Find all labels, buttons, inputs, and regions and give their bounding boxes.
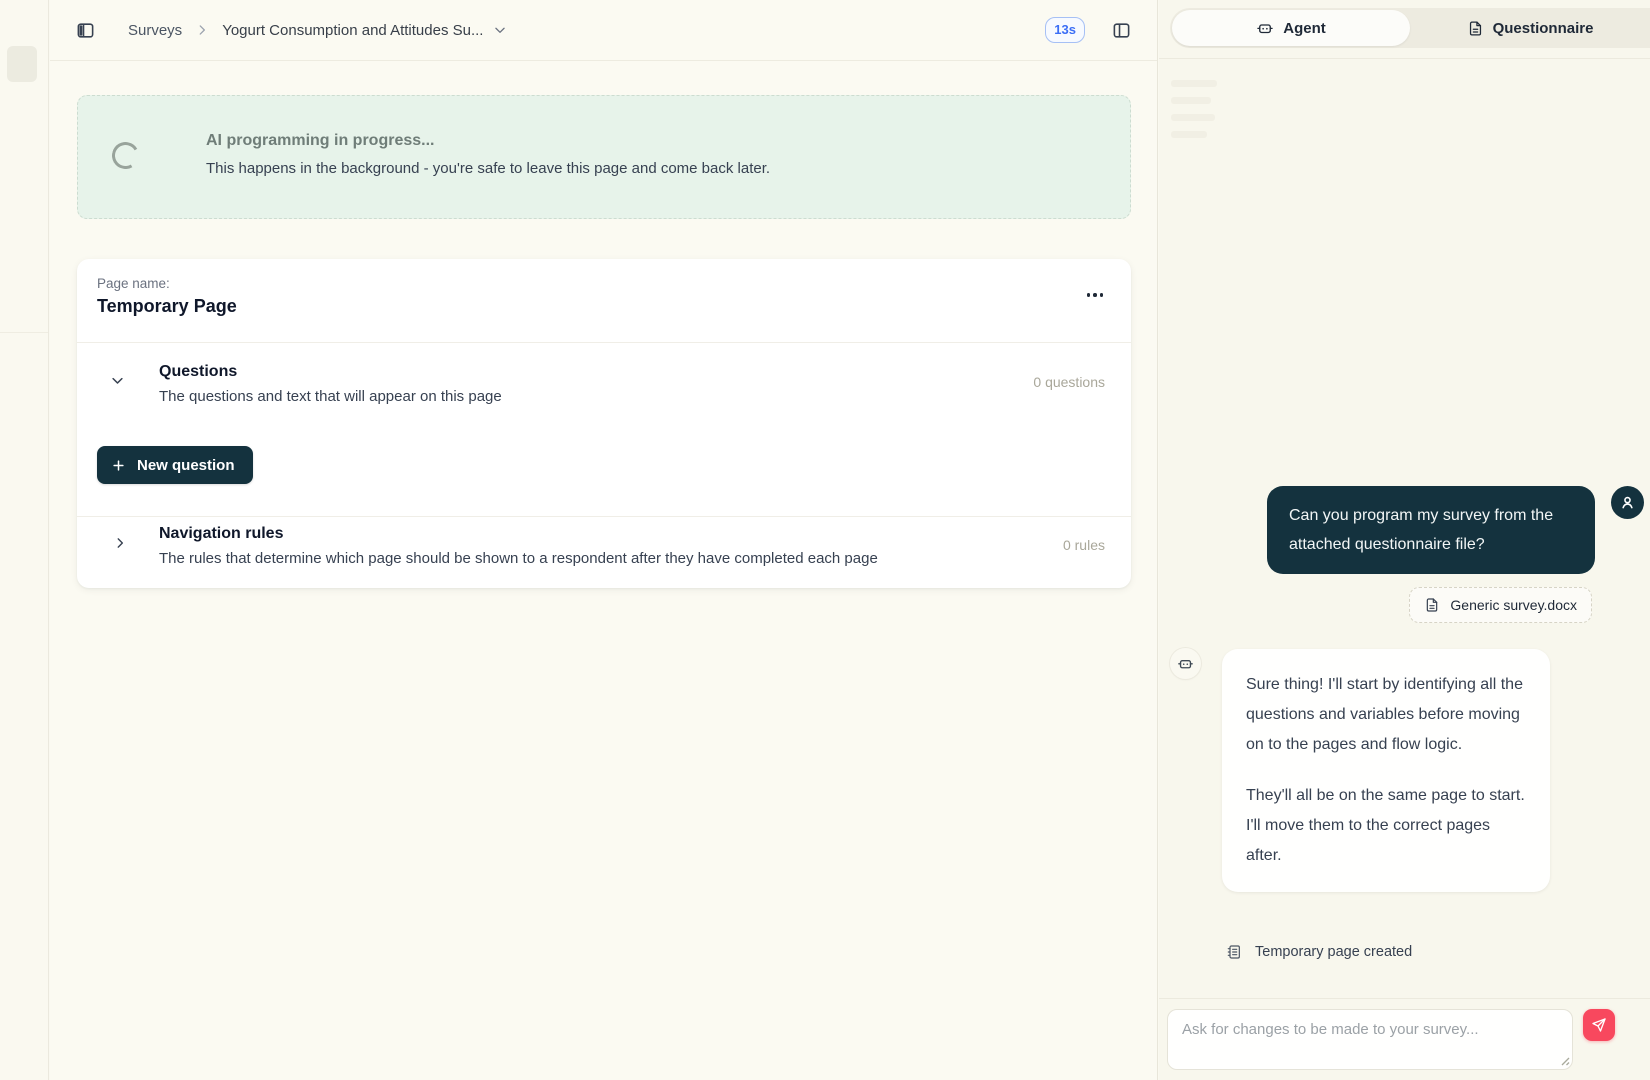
document-icon <box>1467 20 1484 37</box>
agent-message-bubble: Sure thing! I'll start by identifying al… <box>1222 649 1550 892</box>
notebook-icon <box>1226 944 1242 960</box>
breadcrumb-separator-icon <box>195 23 209 37</box>
chevron-down-icon <box>110 373 125 388</box>
chat-panel: Agent Questionnaire Can you program my s… <box>1159 0 1650 1080</box>
chat-tabbar: Agent Questionnaire <box>1170 8 1650 48</box>
navigation-rules-description: The rules that determine which page shou… <box>159 550 878 567</box>
attachment-name: Generic survey.docx <box>1450 597 1577 613</box>
paper-plane-icon <box>1591 1017 1607 1033</box>
breadcrumb-survey-title: Yogurt Consumption and Attitudes Su... <box>222 22 483 39</box>
chat-header-divider <box>1159 58 1650 59</box>
navigation-rules-title: Navigation rules <box>159 525 283 543</box>
banner-title: AI programming in progress... <box>206 132 434 150</box>
input-divider <box>1159 998 1650 999</box>
chat-panel-toggle-icon[interactable] <box>1112 21 1131 40</box>
questions-count: 0 questions <box>1033 374 1105 390</box>
robot-icon <box>1177 655 1194 672</box>
agent-message-paragraph: They'll all be on the same page to start… <box>1246 781 1526 871</box>
attachment-chip[interactable]: Generic survey.docx <box>1409 587 1592 623</box>
skeleton-line <box>1171 114 1215 121</box>
chat-input[interactable] <box>1167 1009 1573 1070</box>
document-icon <box>1424 597 1440 613</box>
questions-section-description: The questions and text that will appear … <box>159 388 502 405</box>
user-message-bubble: Can you program my survey from the attac… <box>1267 486 1595 574</box>
skeleton-line <box>1171 80 1217 87</box>
agent-message-paragraph: Sure thing! I'll start by identifying al… <box>1246 670 1526 760</box>
page-name-value: Temporary Page <box>97 296 237 317</box>
questions-section-title: Questions <box>159 363 237 381</box>
skeleton-line <box>1171 131 1207 138</box>
main-header: Surveys Yogurt Consumption and Attitudes… <box>50 0 1157 61</box>
new-question-button[interactable]: New question <box>97 446 253 484</box>
ai-progress-banner: AI programming in progress... This happe… <box>77 95 1131 219</box>
breadcrumb-surveys-link[interactable]: Surveys <box>128 22 182 39</box>
chevron-right-icon <box>113 536 127 550</box>
tab-questionnaire[interactable]: Questionnaire <box>1410 10 1650 46</box>
banner-subtitle: This happens in the background - you're … <box>206 160 770 177</box>
tab-agent[interactable]: Agent <box>1172 10 1410 46</box>
robot-icon <box>1256 19 1274 37</box>
status-text: Temporary page created <box>1255 944 1412 960</box>
skeleton-line <box>1171 97 1211 104</box>
status-row: Temporary page created <box>1226 944 1412 960</box>
chevron-down-icon <box>493 23 507 37</box>
page-card: Page name: Temporary Page Questions The … <box>77 259 1131 588</box>
plus-icon <box>111 458 126 473</box>
left-rail <box>0 0 49 1080</box>
agent-avatar <box>1170 648 1201 679</box>
rail-divider <box>0 332 48 333</box>
card-divider <box>77 516 1131 517</box>
sidebar-toggle-icon[interactable] <box>76 21 95 40</box>
user-avatar <box>1611 486 1644 519</box>
person-icon <box>1618 493 1637 512</box>
page-name-label: Page name: <box>97 276 170 291</box>
spinner-icon <box>109 139 142 172</box>
page-menu-icon[interactable] <box>1083 289 1108 301</box>
timer-badge: 13s <box>1045 17 1085 43</box>
rail-logo-placeholder[interactable] <box>7 46 37 82</box>
card-divider <box>77 342 1131 343</box>
breadcrumb-survey-dropdown[interactable]: Yogurt Consumption and Attitudes Su... <box>222 22 507 39</box>
rules-count: 0 rules <box>1063 537 1105 553</box>
main-pane: Surveys Yogurt Consumption and Attitudes… <box>50 0 1158 1080</box>
send-button[interactable] <box>1583 1009 1615 1041</box>
